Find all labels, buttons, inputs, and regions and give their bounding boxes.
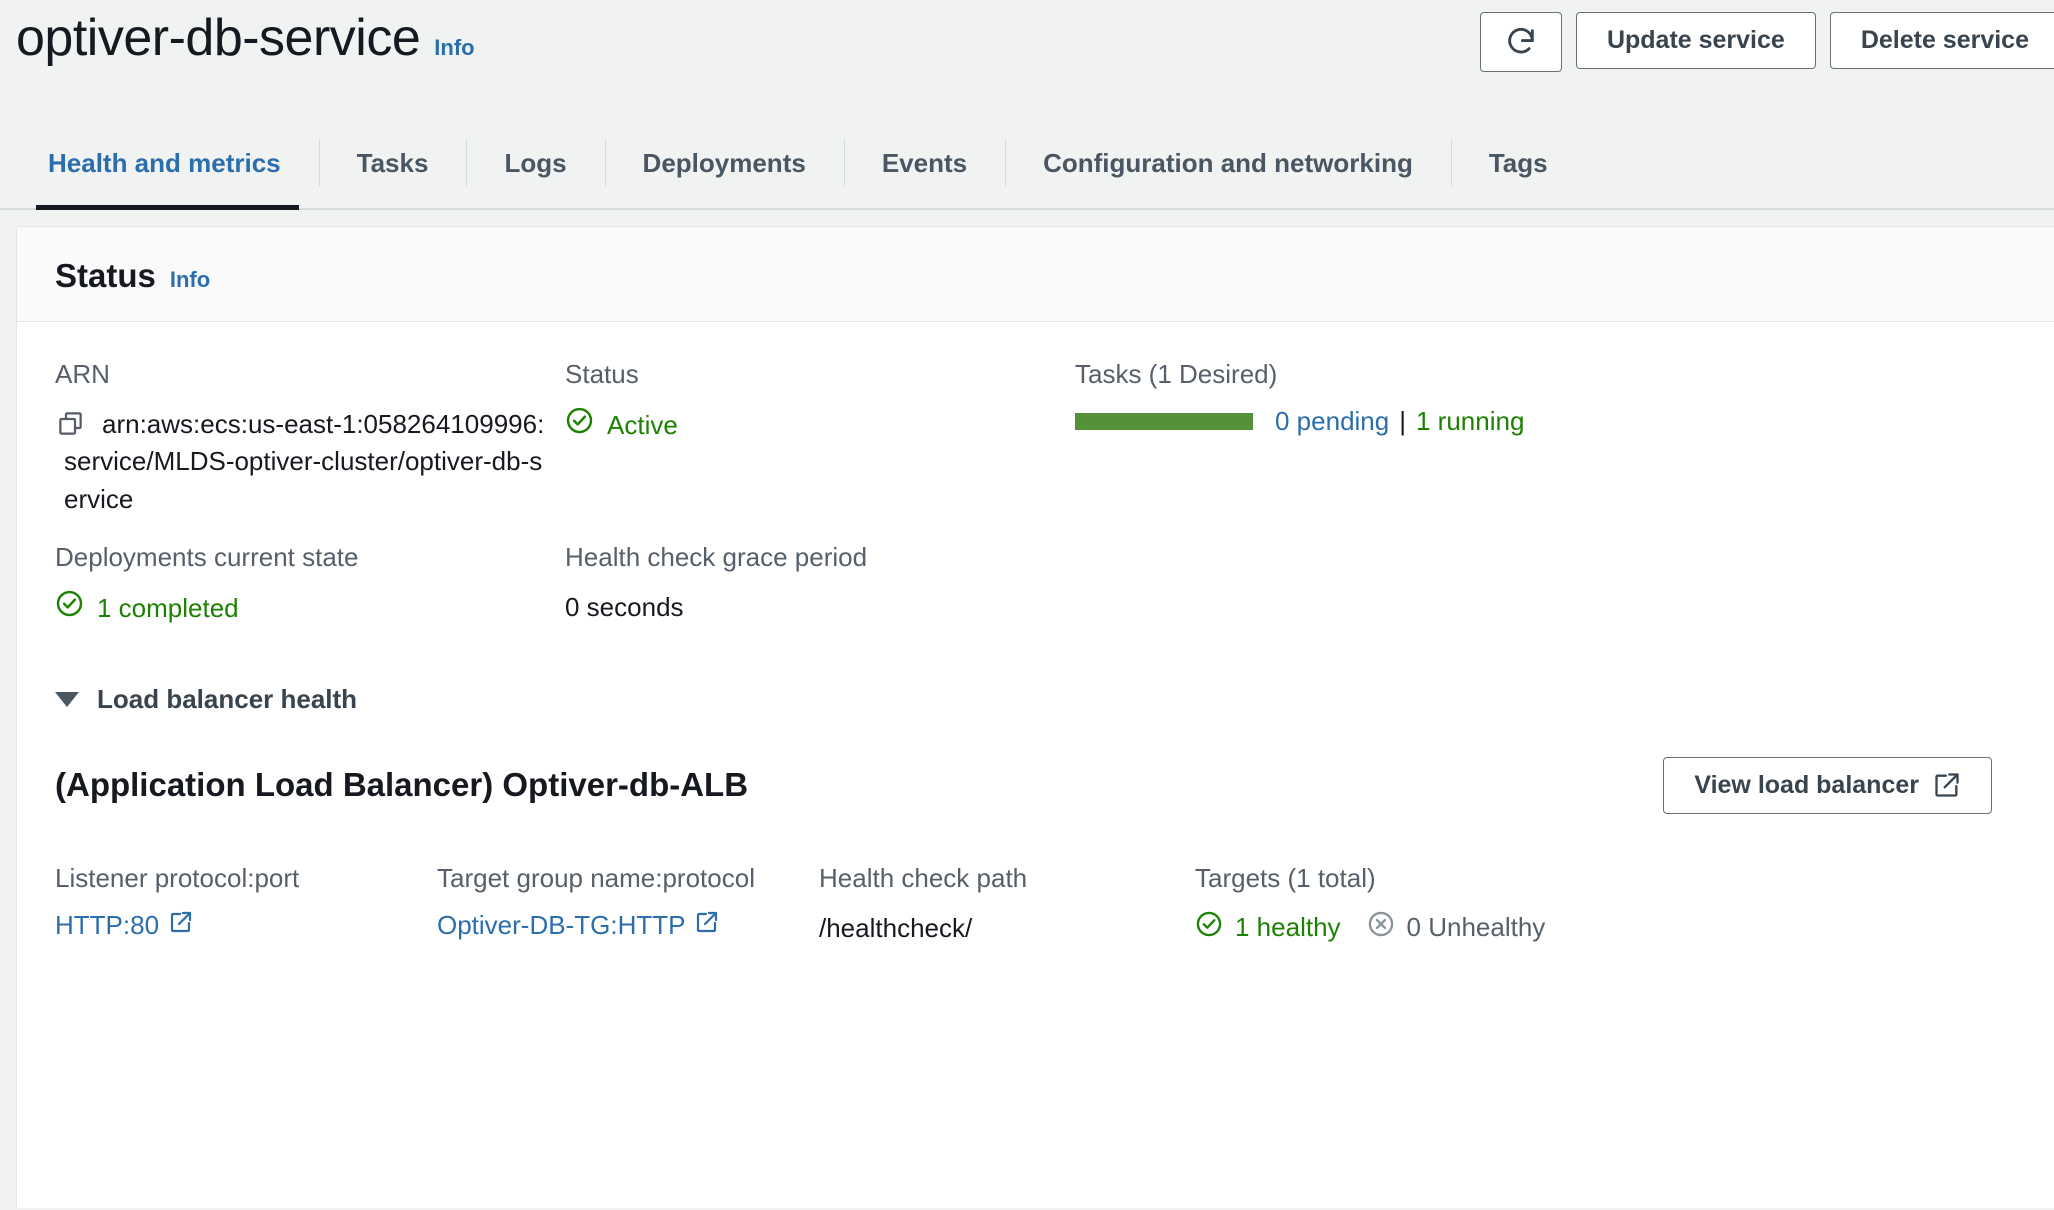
status-value-group: Active	[565, 406, 1075, 445]
status-heading: Status	[55, 257, 156, 294]
listener-value-link[interactable]: HTTP:80	[55, 910, 193, 941]
page-header: optiver-db-service Info Update service D…	[0, 0, 2054, 118]
health-check-path-label: Health check path	[819, 862, 1028, 893]
status-panel-header: Status Info	[17, 227, 2054, 322]
tab-logs[interactable]: Logs	[466, 118, 604, 208]
listener-value: HTTP:80	[55, 909, 160, 940]
spacer-cell	[1075, 541, 2016, 628]
load-balancer-field-row: Listener protocol:port HTTP:80 Target gr…	[55, 862, 2016, 947]
external-link-icon	[169, 910, 193, 941]
status-badge: Active	[565, 406, 678, 445]
chevron-down-icon	[55, 691, 79, 707]
tab-bar: Health and metrics Tasks Logs Deployment…	[0, 118, 2054, 210]
external-link-icon	[1933, 771, 1961, 799]
target-group-value-link[interactable]: Optiver-DB-TG:HTTP	[437, 910, 719, 941]
view-load-balancer-label: View load balancer	[1694, 770, 1919, 799]
arn-label: ARN	[55, 359, 110, 389]
grace-period-field: Health check grace period 0 seconds	[565, 541, 1075, 628]
tab-tags[interactable]: Tags	[1450, 118, 1586, 208]
status-panel-body: ARN arn:aws:ecs:us-east-1:058264109996:s…	[17, 322, 2054, 947]
deployments-state-value: 1 completed	[97, 592, 239, 623]
health-check-path-field: Health check path /healthcheck/	[819, 862, 1195, 947]
page-title: optiver-db-service	[16, 9, 421, 67]
deployments-state-value-group: 1 completed	[55, 589, 565, 628]
load-balancer-health-toggle[interactable]: Load balancer health	[55, 684, 2016, 715]
header-actions: Update service Delete service	[1479, 12, 2054, 72]
tasks-label: Tasks (1 Desired)	[1075, 359, 1278, 389]
status-panel: Status Info ARN arn:aws:ecs:us-east-1:05…	[16, 226, 2054, 1208]
target-group-label: Target group name:protocol	[437, 862, 755, 893]
listener-field: Listener protocol:port HTTP:80	[55, 862, 437, 947]
check-circle-icon	[55, 589, 84, 628]
update-service-button[interactable]: Update service	[1575, 12, 1816, 70]
targets-field: Targets (1 total) 1 healthy 0 Unhealthy	[1195, 862, 2016, 947]
refresh-icon	[1504, 25, 1538, 59]
health-check-path-value: /healthcheck/	[819, 912, 973, 943]
target-group-field: Target group name:protocol Optiver-DB-TG…	[437, 862, 819, 947]
tasks-separator: |	[1399, 405, 1406, 436]
tasks-field: Tasks (1 Desired) 0 pending | 1 running	[1075, 358, 2016, 519]
deployments-state-label: Deployments current state	[55, 541, 359, 572]
external-link-icon	[695, 910, 719, 941]
view-load-balancer-button[interactable]: View load balancer	[1663, 756, 1992, 814]
targets-unhealthy-text: 0 Unhealthy	[1406, 911, 1546, 942]
grace-period-label: Health check grace period	[565, 541, 868, 572]
tab-events[interactable]: Events	[843, 118, 1005, 208]
tab-tasks[interactable]: Tasks	[318, 118, 467, 208]
tab-deployments[interactable]: Deployments	[604, 118, 844, 208]
status-field-row-2: Deployments current state 1 completed He…	[55, 541, 2016, 628]
check-circle-icon	[1195, 910, 1223, 945]
tab-configuration-and-networking[interactable]: Configuration and networking	[1005, 118, 1451, 208]
status-value-text: Active	[607, 409, 678, 440]
arn-value-group: arn:aws:ecs:us-east-1:058264109996:servi…	[55, 406, 555, 519]
listener-label: Listener protocol:port	[55, 862, 300, 893]
targets-healthy-badge: 1 healthy	[1195, 910, 1341, 945]
x-circle-icon	[1367, 910, 1395, 945]
load-balancer-title-row: (Application Load Balancer) Optiver-db-A…	[55, 756, 2016, 814]
tasks-value-group: 0 pending | 1 running	[1075, 406, 2016, 437]
targets-healthy-text: 1 healthy	[1235, 911, 1341, 942]
targets-unhealthy-badge: 0 Unhealthy	[1367, 910, 1546, 945]
grace-period-value: 0 seconds	[565, 591, 684, 622]
status-label: Status	[565, 359, 639, 389]
check-circle-icon	[565, 406, 594, 445]
delete-service-button[interactable]: Delete service	[1829, 12, 2054, 70]
target-group-value: Optiver-DB-TG:HTTP	[437, 909, 686, 940]
tab-health-and-metrics[interactable]: Health and metrics	[16, 118, 319, 210]
deployments-state-badge: 1 completed	[55, 589, 239, 628]
load-balancer-health-label: Load balancer health	[97, 683, 358, 714]
targets-label: Targets (1 total)	[1195, 862, 1376, 893]
targets-value-group: 1 healthy 0 Unhealthy	[1195, 910, 2016, 945]
arn-value: arn:aws:ecs:us-east-1:058264109996:servi…	[64, 408, 545, 515]
status-info-link[interactable]: Info	[170, 267, 210, 293]
status-field: Status Active	[565, 358, 1075, 519]
tasks-pending-link[interactable]: 0 pending	[1275, 406, 1389, 437]
deployments-state-field: Deployments current state 1 completed	[55, 541, 565, 628]
status-field-row-1: ARN arn:aws:ecs:us-east-1:058264109996:s…	[55, 358, 2016, 519]
tasks-progress-bar	[1075, 412, 1253, 430]
page-info-link[interactable]: Info	[434, 35, 474, 61]
tasks-running-text: 1 running	[1416, 405, 1525, 436]
load-balancer-name: (Application Load Balancer) Optiver-db-A…	[55, 766, 749, 804]
refresh-button[interactable]	[1479, 12, 1562, 72]
arn-field: ARN arn:aws:ecs:us-east-1:058264109996:s…	[55, 358, 565, 519]
